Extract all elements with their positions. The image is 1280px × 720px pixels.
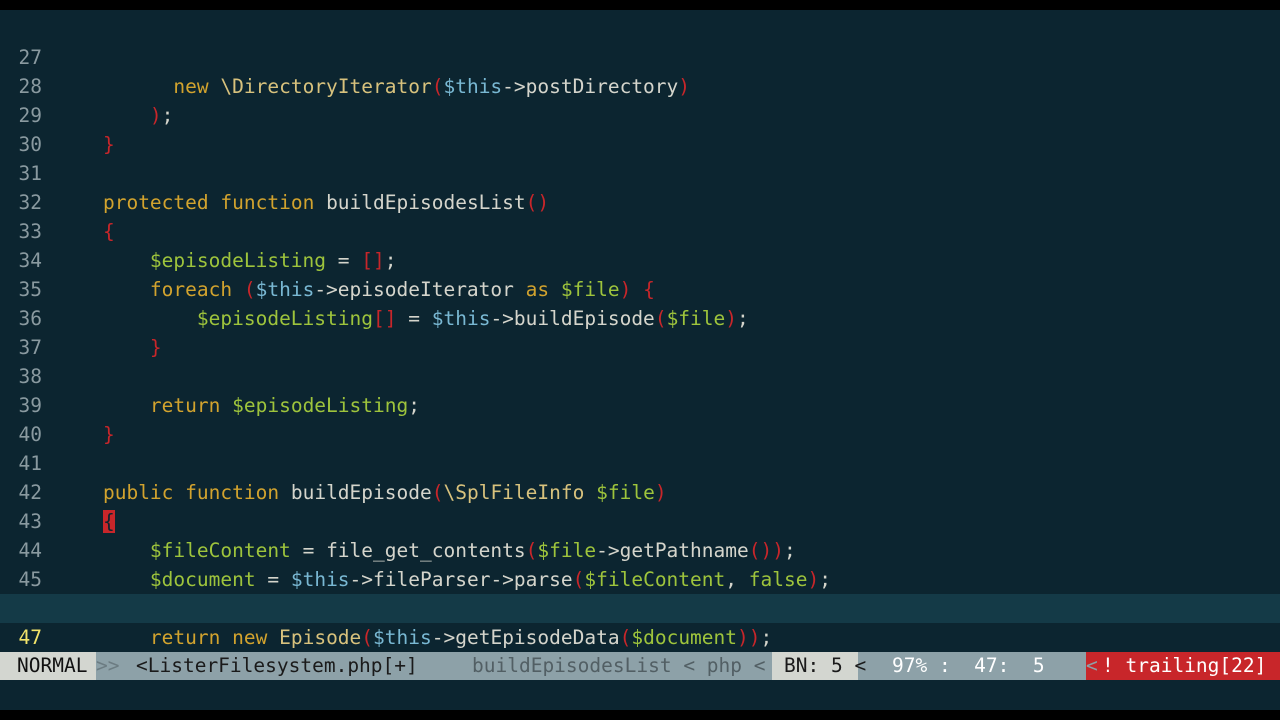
buffer-number: BN: 5 < bbox=[772, 652, 866, 680]
code-line[interactable]: 34 foreach ($this->episodeIterator as $f… bbox=[0, 217, 1280, 301]
mode-indicator: NORMAL bbox=[0, 652, 96, 680]
code-line[interactable]: 44 $document = $this->fileParser->parse(… bbox=[0, 507, 1280, 591]
vim-window: 27 new \DirectoryIterator($this->postDir… bbox=[0, 10, 1280, 710]
code-line[interactable]: 36 } bbox=[0, 275, 1280, 359]
code-line-current[interactable]: 47 } bbox=[0, 594, 1280, 678]
code-line[interactable]: 46 return new Episode($this->getEpisodeD… bbox=[0, 565, 1280, 649]
code-line[interactable]: 39 } bbox=[0, 362, 1280, 446]
code-line[interactable]: 33 $episodeListing = []; bbox=[0, 188, 1280, 272]
code-line[interactable]: 29 } bbox=[0, 72, 1280, 156]
code-line[interactable]: 45 bbox=[0, 536, 1280, 591]
code-line[interactable]: 32 { bbox=[0, 159, 1280, 243]
code-line[interactable]: 30 bbox=[0, 101, 1280, 156]
code-editor[interactable]: 27 new \DirectoryIterator($this->postDir… bbox=[0, 14, 1280, 707]
code-line[interactable]: 40 bbox=[0, 391, 1280, 446]
command-line[interactable] bbox=[0, 680, 1280, 710]
code-line[interactable]: 42 { bbox=[0, 449, 1280, 533]
cursor-position: 97% : 47: 5 bbox=[870, 652, 1086, 680]
code-line[interactable]: 27 new \DirectoryIterator($this->postDir… bbox=[0, 14, 1280, 98]
code-line[interactable]: 28 ); bbox=[0, 43, 1280, 127]
code-line[interactable]: 37 bbox=[0, 304, 1280, 359]
filename: <ListerFilesystem.php[+] bbox=[136, 654, 418, 677]
code-line[interactable]: 31 protected function buildEpisodesList(… bbox=[0, 130, 1280, 214]
trailing-whitespace-warning: <! trailing[22] bbox=[1086, 652, 1280, 680]
status-line: NORMAL >> <ListerFilesystem.php[+] build… bbox=[0, 652, 1280, 680]
code-line[interactable]: 41 public function buildEpisode(\SplFile… bbox=[0, 420, 1280, 504]
code-line[interactable]: 35 $episodeListing[] = $this->buildEpiso… bbox=[0, 246, 1280, 330]
separator: >> bbox=[96, 654, 120, 677]
code-line[interactable]: 38 return $episodeListing; bbox=[0, 333, 1280, 417]
code-line[interactable]: 48 } bbox=[0, 623, 1280, 707]
code-line[interactable]: 43 $fileContent = file_get_contents($fil… bbox=[0, 478, 1280, 562]
function-context: buildEpisodesList < php < bbox=[472, 654, 766, 677]
